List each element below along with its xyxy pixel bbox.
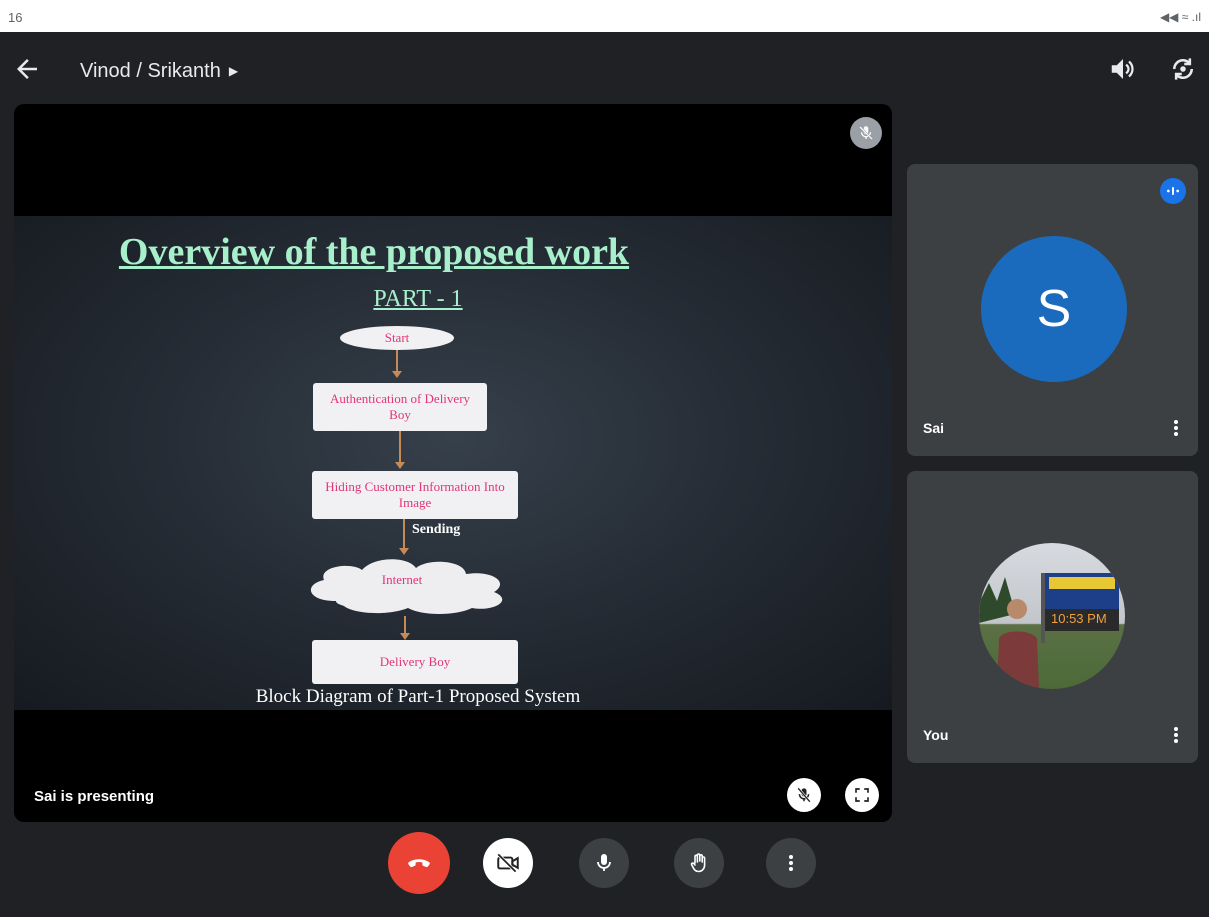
status-time: 16 <box>8 10 23 25</box>
fullscreen-icon[interactable] <box>845 778 879 812</box>
more-options-button[interactable] <box>766 838 816 888</box>
unpin-icon[interactable] <box>787 778 821 812</box>
flow-internet-node: Internet <box>340 568 464 592</box>
flow-internet-label: Internet <box>381 571 423 587</box>
flow-delivery-node: Delivery Boy <box>312 640 518 684</box>
speaker-icon[interactable] <box>1108 54 1138 84</box>
slide-title: Overview of the proposed work <box>118 231 630 273</box>
avatar: S <box>981 236 1127 382</box>
shared-slide: Overview of the proposed work PART - 1 S… <box>14 216 892 710</box>
flow-arrow <box>399 519 409 555</box>
hang-up-icon <box>408 859 430 868</box>
flow-arrow <box>395 431 405 469</box>
camera-off-button[interactable] <box>483 838 533 888</box>
meeting-title[interactable]: Vinod / Srikanth ▶ <box>80 60 238 83</box>
flow-start-node: Start <box>340 326 454 350</box>
flow-arrow <box>392 350 402 378</box>
status-bar: 16 ◀◀ ≈ .ıl <box>0 0 1209 32</box>
status-indicators: ◀◀ ≈ .ıl <box>1159 10 1201 24</box>
participant-tile[interactable]: S Sai <box>907 164 1198 456</box>
flow-start-label: Start <box>384 329 410 345</box>
more-vert-icon <box>789 855 793 871</box>
end-call-button[interactable] <box>388 832 450 894</box>
self-photo-clock-text: 10:53 PM <box>1051 611 1107 626</box>
presenting-label: Sai is presenting <box>34 788 155 805</box>
self-tile[interactable]: 10:53 PM You <box>907 471 1198 763</box>
flow-delivery-label: Delivery Boy <box>379 653 451 669</box>
top-bar: Vinod / Srikanth ▶ <box>0 32 1209 104</box>
flow-auth-label: Authentication of Delivery Boy <box>329 390 471 422</box>
microphone-icon <box>597 854 611 871</box>
back-arrow-icon[interactable] <box>12 54 42 84</box>
switch-camera-icon[interactable] <box>1168 54 1198 84</box>
self-avatar-photo: 10:53 PM <box>979 543 1125 689</box>
flow-arrow <box>400 616 410 640</box>
camera-off-icon <box>497 853 519 873</box>
caret-right-icon: ▶ <box>228 64 239 78</box>
flow-sending-label: Sending <box>412 522 461 537</box>
participant-name: You <box>923 727 949 743</box>
presentation-stage[interactable]: Overview of the proposed work PART - 1 S… <box>14 104 892 822</box>
meeting-title-text: Vinod / Srikanth <box>80 60 221 82</box>
participant-name: Sai <box>923 420 945 436</box>
raise-hand-icon <box>690 853 706 873</box>
flow-hiding-node: Hiding Customer Information Into Image <box>312 471 518 519</box>
slide-subtitle: PART - 1 <box>373 286 463 312</box>
more-vert-icon[interactable] <box>1166 416 1186 440</box>
raise-hand-button[interactable] <box>674 838 724 888</box>
speaking-indicator-icon <box>1160 178 1186 204</box>
more-vert-icon[interactable] <box>1166 723 1186 747</box>
presenter-muted-icon <box>850 117 882 149</box>
slide-caption: Block Diagram of Part-1 Proposed System <box>255 686 581 707</box>
microphone-button[interactable] <box>579 838 629 888</box>
flow-hiding-label: Hiding Customer Information Into Image <box>325 478 505 510</box>
flow-auth-node: Authentication of Delivery Boy <box>313 383 487 431</box>
